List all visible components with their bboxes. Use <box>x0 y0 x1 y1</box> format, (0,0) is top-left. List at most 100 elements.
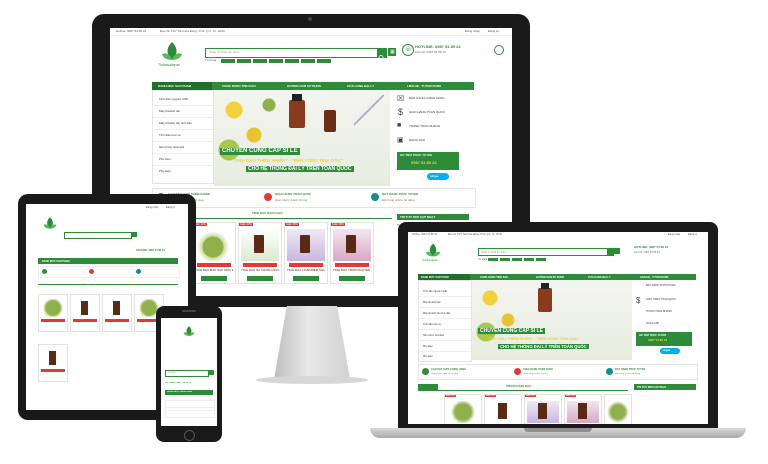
laptop-features: CAM KẾT 100% CHÍNH HÃNG Nguồn gốc xuất x… <box>418 364 698 380</box>
dollar-icon: $ <box>398 107 404 117</box>
hero-banner[interactable]: CHUYÊN CUNG CẤP SỈ LẺ "TINH DẦU THIÊN NH… <box>214 90 390 186</box>
chat-icon[interactable] <box>494 45 504 55</box>
sidebar-item[interactable]: Phụ kiện <box>153 155 213 166</box>
sidebar-item[interactable]: Máy khuếch tán <box>153 107 213 118</box>
category-menu-title: DANH MỤC SẢN PHẨM <box>158 84 192 88</box>
laptop-skype-button[interactable]: skype <box>660 348 680 354</box>
hotline-sub: Liên hệ: 0987 54 89 24 <box>415 51 446 54</box>
truck-icon: ■ <box>397 122 402 129</box>
tablet-hotline: HOTLINE: 0987 54 89 24 <box>136 249 165 252</box>
monitor-base <box>256 376 368 384</box>
support-box[interactable]: HỖ TRỢ TRỰC TUYẾN 0987 54 89 24 <box>397 152 459 170</box>
tag-chip[interactable] <box>285 59 299 63</box>
shipping-icon <box>264 193 272 201</box>
hotline-phone-icon: ☏ <box>402 44 414 56</box>
phone-home-button[interactable] <box>184 430 195 441</box>
laptop-product-card[interactable]: Giảm 30% <box>564 394 602 424</box>
search-bar[interactable]: Nhập từ khóa tìm kiếm... <box>205 48 387 61</box>
phone: Tìm kiếm... HOTLINE: 0987 54 89 24 DANH … <box>156 306 222 442</box>
menu-item-guide[interactable]: HƯỚNG DẪN SỬ DỤNG <box>287 85 321 89</box>
phone-cart[interactable] <box>209 370 214 375</box>
tag-chip[interactable] <box>221 59 235 63</box>
product-card[interactable]: Giảm 20% TINH DẦU SẢ CHANH NGUYÊN CHẤT M… <box>238 222 282 290</box>
product-card[interactable]: Giảm 30% TINH DẦU LAVENDER NGUYÊN CHẤT M… <box>284 222 328 290</box>
menu-item-contact[interactable]: LIÊN HỆ - TUYỂN DỤNG <box>407 85 441 89</box>
topbar-login[interactable]: Đăng nhập <box>465 30 480 34</box>
sidebar-item[interactable]: Tinh dầu treo xe <box>153 131 213 142</box>
info-item: $ GIAO HÀNG TOÀN QUỐC <box>398 107 445 117</box>
tablet-section-line <box>38 284 178 285</box>
topbar-register[interactable]: Đăng ký <box>488 30 499 34</box>
tablet-product-card[interactable] <box>70 294 100 332</box>
phone-logo[interactable] <box>181 324 197 336</box>
laptop-search-button[interactable] <box>607 249 613 255</box>
phone-search[interactable]: Tìm kiếm... <box>165 370 209 377</box>
laptop-logo[interactable]: Tinhdaudepan <box>422 242 446 264</box>
laptop-hotline: HOTLINE: 0987 54 89 24 Liên hệ: 0987 54 … <box>634 246 669 254</box>
phone-speaker <box>182 310 196 312</box>
laptop-banner[interactable]: CHUYÊN CUNG CẤP SỈ LẺ "TINH DẦU THIÊN NH… <box>472 280 632 360</box>
buy-now-button[interactable]: MUA NGAY <box>339 276 365 290</box>
main-menu: DANH MỤC SẢN PHẨM CÔNG DỤNG TINH DẦU HƯỚ… <box>152 82 474 90</box>
skype-button[interactable]: skype <box>427 173 449 180</box>
laptop-cart[interactable] <box>614 248 620 254</box>
sidebar-item[interactable]: Tinh dầu nguyên chất <box>153 95 213 106</box>
feature-item: ĐẶT HÀNG TRỰC TUYẾN Đặt hàng online dễ d… <box>367 189 474 207</box>
tablet-menu-bar: DANH MỤC SẢN PHẨM <box>38 258 178 264</box>
laptop-search[interactable]: Nhập từ khóa tìm kiếm... <box>478 248 614 256</box>
search-button[interactable] <box>377 49 386 61</box>
tags-label: Từ khóa <box>205 59 217 62</box>
menu-item-uses[interactable]: CÔNG DỤNG TINH DẦU <box>222 85 256 89</box>
buy-now-button[interactable]: MUA NGAY <box>247 276 273 290</box>
tablet-cart[interactable] <box>132 232 137 237</box>
tablet-product-card[interactable] <box>102 294 132 332</box>
laptop-product-card[interactable]: Giảm 10% <box>444 394 482 424</box>
order-icon <box>371 193 379 201</box>
tag-chip[interactable] <box>237 59 251 63</box>
leaf-logo-icon <box>162 42 182 60</box>
tag-chip[interactable] <box>301 59 315 63</box>
laptop-notch <box>524 428 592 432</box>
tag-chip[interactable] <box>317 59 331 63</box>
laptop-side-info: BẢO HÀNH CHÍNH HÃNG $ GIAO HÀNG TOÀN QUỐ… <box>636 280 700 360</box>
laptop-product-card[interactable] <box>604 394 632 424</box>
tag-chip[interactable] <box>269 59 283 63</box>
laptop-sidebar: Tinh dầu nguyên chất Máy khuếch tán Máy … <box>418 280 472 362</box>
feature-item: GIAO HÀNG TOÀN QUỐC Giao hàng nhanh chón… <box>260 189 367 207</box>
shield-icon: ☒ <box>397 94 405 103</box>
menu-item-stores[interactable]: CỬA HÀNG ĐẠI LÝ <box>347 85 374 89</box>
buy-now-button[interactable]: MUA NGAY <box>201 276 227 290</box>
tablet-logo[interactable] <box>40 216 60 232</box>
sidebar-item[interactable]: Máy khuếch tán tinh dầu <box>153 119 213 130</box>
laptop: Hotline: 0987 54 89 24 Địa chỉ: 72/7 Tân… <box>398 222 718 428</box>
monitor-camera <box>308 17 312 21</box>
support-hotline: 0987 54 89 24 <box>411 161 437 165</box>
banner-lavender <box>354 95 384 135</box>
sidebar-item[interactable]: Nến thơm Scented <box>153 143 213 154</box>
hotline-label: HOTLINE: 0987 54 89 24 <box>415 45 461 49</box>
leaf-logo-icon <box>43 217 57 229</box>
banner-line-3: CHO HỆ THỐNG ĐẠI LÝ TRÊN TOÀN QUỐC <box>246 166 354 172</box>
hotline-block: ☏ HOTLINE: 0987 54 89 24 Liên hệ: 0987 5… <box>402 44 487 64</box>
tablet-search[interactable] <box>64 232 132 239</box>
category-menu-button[interactable]: DANH MỤC SẢN PHẨM <box>152 82 212 90</box>
tablet-product-card[interactable] <box>38 344 68 382</box>
buy-now-button[interactable]: MUA NGAY <box>293 276 319 290</box>
section-title: TINH DẦU BÁN CHẠY <box>252 212 283 215</box>
cart-button[interactable]: ▦ <box>388 48 396 56</box>
laptop-product-card[interactable]: Giảm 30% <box>524 394 562 424</box>
sidebar-item[interactable]: Phụ kiện <box>153 167 213 177</box>
laptop-product-card[interactable]: Giảm 20% <box>484 394 522 424</box>
phone-screen: Tìm kiếm... HOTLINE: 0987 54 89 24 DANH … <box>161 318 217 426</box>
phone-menu-bar[interactable]: DANH MỤC SẢN PHẨM <box>165 390 213 395</box>
tag-chip[interactable] <box>253 59 267 63</box>
product-card[interactable]: Giảm 30% TINH DẦU TRÀM NGUYÊN CHẤT MUA N… <box>330 222 374 290</box>
info-item: ▣ NGỌC ANH <box>397 137 426 144</box>
info-item: ■ THANH TOÁN NHANH <box>397 122 440 129</box>
topbar: Hotline: 0987 54 89 24 Địa chỉ: 72/7 Tân… <box>110 28 512 36</box>
logo-text: Tinhdaudepan <box>158 63 181 67</box>
tablet-product-card[interactable] <box>38 294 68 332</box>
product-card[interactable]: Giảm 10% TINH DẦU ĐẶC SẢN MỘC ĐẶC MUA NG… <box>192 222 236 290</box>
logo[interactable]: Tinhdaudepan <box>158 40 186 70</box>
search-input[interactable]: Nhập từ khóa tìm kiếm... <box>209 51 242 55</box>
